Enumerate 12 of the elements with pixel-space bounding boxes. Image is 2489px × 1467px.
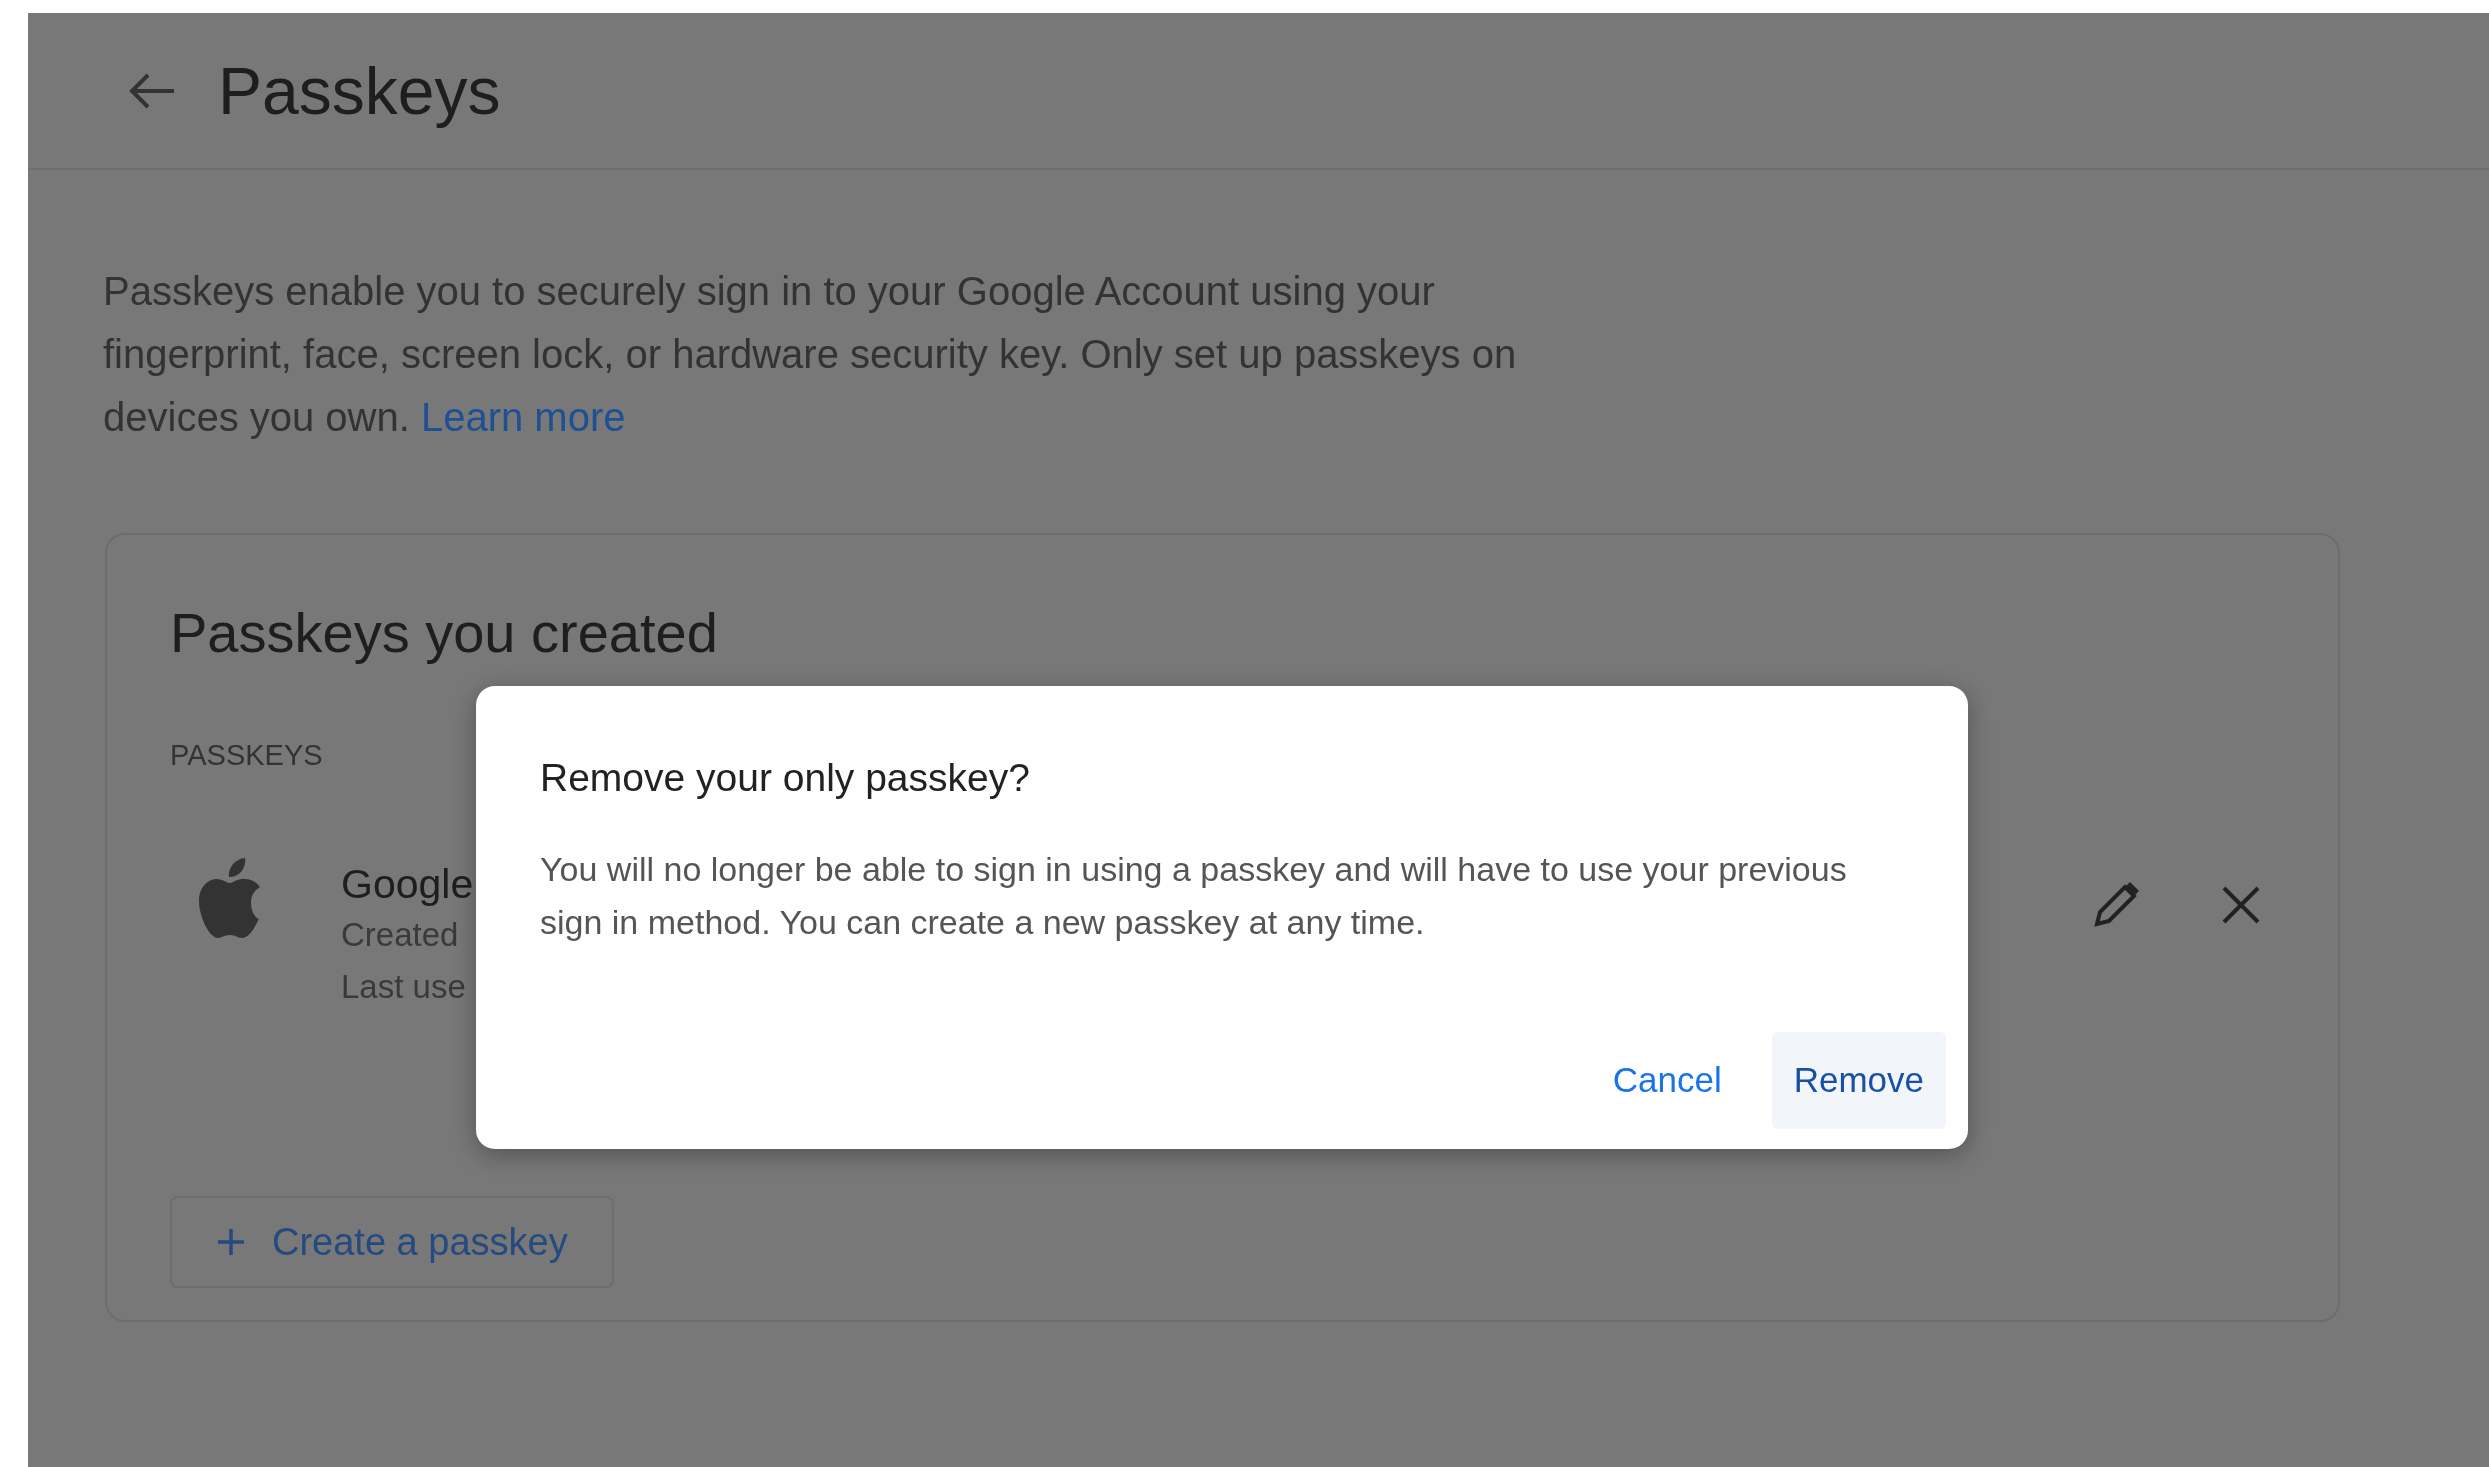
passkey-last-used: Last use xyxy=(341,967,467,1007)
passkey-name: Google xyxy=(341,860,474,908)
dialog-button[interactable]: Cancel xyxy=(1590,1032,1744,1129)
edit-pencil-icon[interactable] xyxy=(2091,880,2141,930)
plus-icon xyxy=(216,1227,246,1257)
dialog-button[interactable]: Remove xyxy=(1771,1032,1946,1129)
close-icon[interactable] xyxy=(2221,885,2261,925)
intro-paragraph: Passkeys enable you to securely sign in to your Google Account using your fingerprint, face, screen lock, or hardware security key. Only set up passkeys on devices you own. Learn more xyxy=(103,268,1518,441)
passkey-created: Created xyxy=(341,915,460,955)
section-label: PASSKEYS xyxy=(170,741,323,770)
dialog-message: You will no longer be able to sign in using a passkey and will have to use your previous sign in method. You can create a new passkey at any time. xyxy=(540,849,1848,943)
dialog-title: Remove your only passkey? xyxy=(540,758,1031,797)
